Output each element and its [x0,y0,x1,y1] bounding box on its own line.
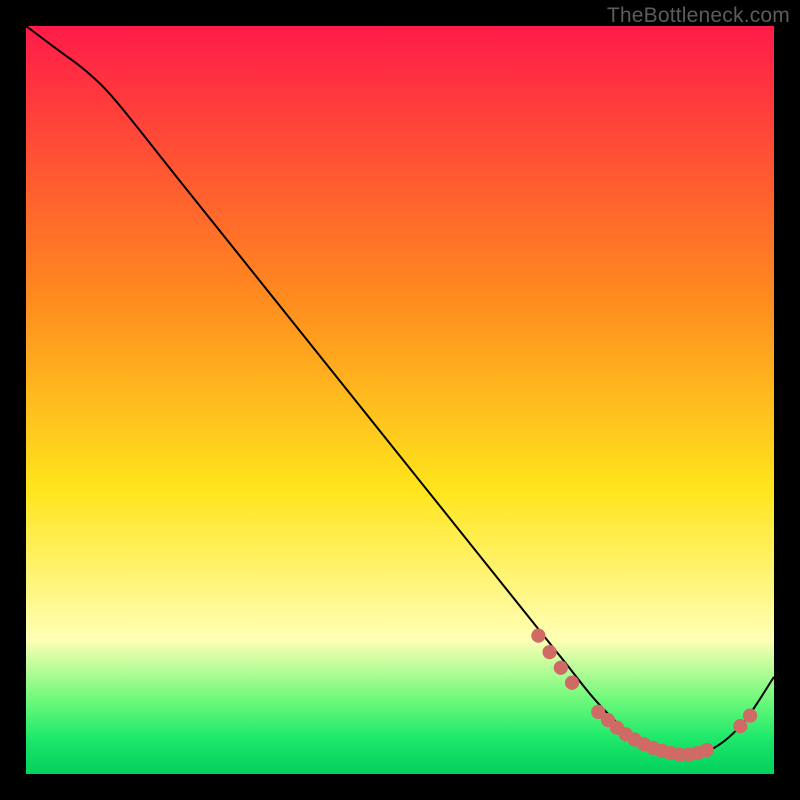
plot-area [26,26,774,774]
highlight-dot [733,719,747,733]
highlight-dot [531,629,545,643]
chart-stage: TheBottleneck.com [0,0,800,800]
watermark-text: TheBottleneck.com [607,4,790,28]
highlight-dot [542,645,556,659]
bottleneck-curve [26,26,774,755]
curve-layer [26,26,774,774]
highlight-dot [565,676,579,690]
highlight-dot [700,743,714,757]
highlight-dot [743,709,757,723]
highlight-dot [554,661,568,675]
